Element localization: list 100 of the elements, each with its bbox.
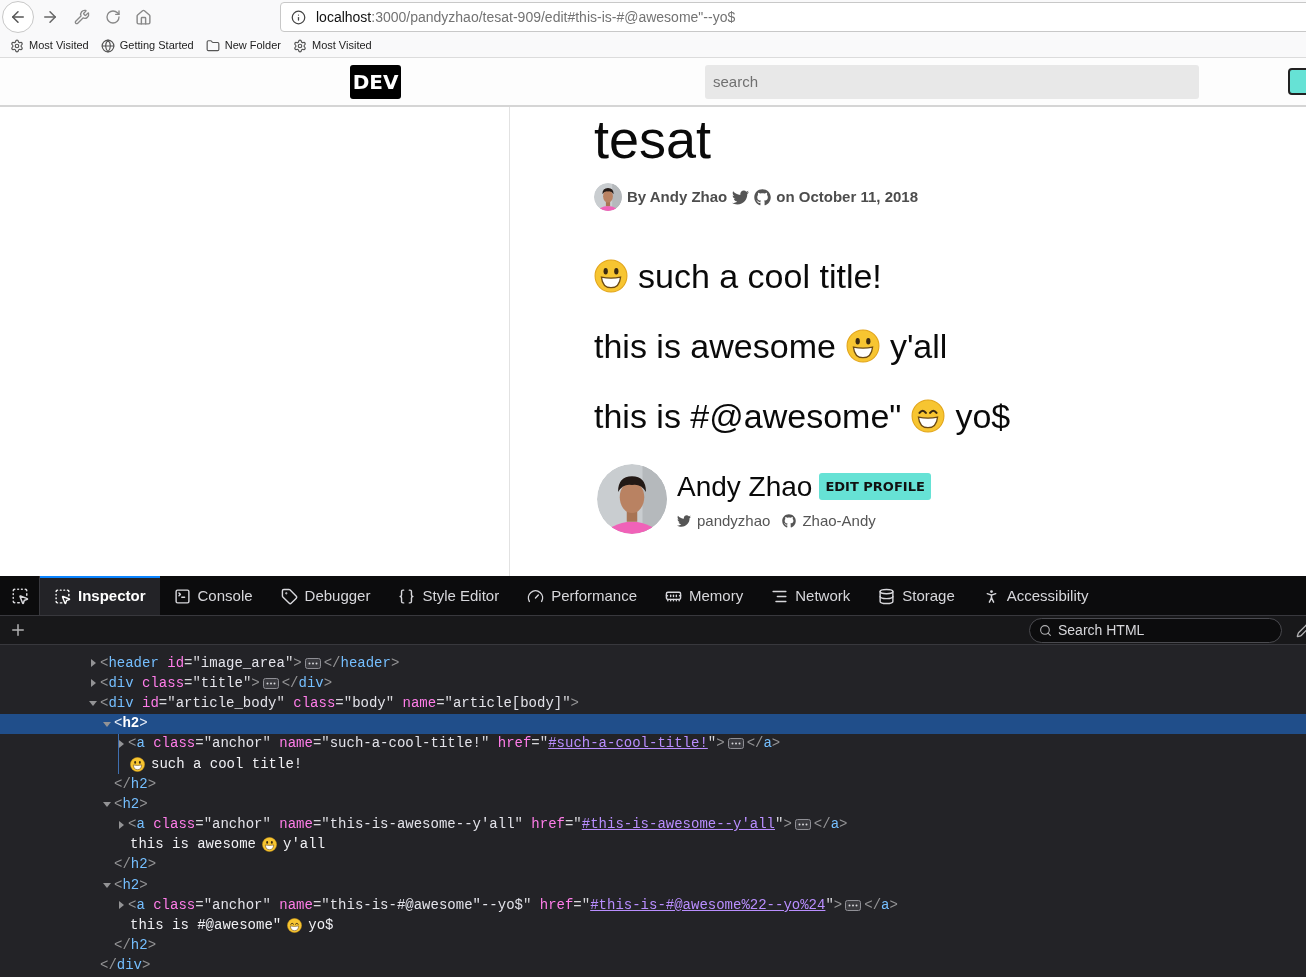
reload-icon[interactable] xyxy=(105,9,121,25)
code-line[interactable]: <a class="anchor" name="this-is-awesome--y'all" href="#this-is-awesome--y'all"> </a> xyxy=(0,814,1306,835)
closing-tag: </a> xyxy=(746,733,781,755)
devtools-tab[interactable]: Network xyxy=(757,576,865,615)
code-line[interactable]: <h2> xyxy=(0,794,1306,815)
collapsed-content-icon[interactable] xyxy=(727,738,744,750)
closing-tag: </div> xyxy=(281,672,333,694)
disclosure-triangle-icon[interactable] xyxy=(88,678,98,689)
bookmark-item[interactable]: New Folder xyxy=(205,37,281,54)
search-field[interactable]: search xyxy=(705,64,1199,99)
gauge-icon xyxy=(527,588,545,605)
disclosure-triangle-icon[interactable] xyxy=(116,738,126,749)
tag-markup: <div id="article_body" class="body" name="article[body]"> xyxy=(100,693,579,713)
tag-markup: <a class="anchor" name="this-is-awesome--y'all" href="#this-is-awesome--y'all"> xyxy=(128,815,792,835)
devtools-tab[interactable]: Style Editor xyxy=(384,576,514,615)
closing-tag: </header> xyxy=(323,652,400,674)
code-line[interactable]: <div id="article_body" class="body" name="article[body]"> xyxy=(0,693,1306,714)
devtools-tab[interactable]: Memory xyxy=(651,576,758,615)
github-icon xyxy=(782,514,797,528)
twitter-handle[interactable]: pandyzhao xyxy=(697,509,771,533)
search-icon xyxy=(1039,623,1052,637)
publish-date: on October 11, 2018 xyxy=(776,186,919,207)
tag-markup: <h2> xyxy=(114,875,148,895)
smiley-icon xyxy=(130,756,145,772)
author-name: Andy Zhao xyxy=(677,469,813,504)
devtools-tab[interactable]: Accessibility xyxy=(968,576,1103,615)
article-title: tesat xyxy=(594,109,713,169)
tag-markup: <div class="title"> xyxy=(100,673,260,693)
search-html-field[interactable]: Search HTML xyxy=(1029,617,1282,643)
home-icon[interactable] xyxy=(135,8,152,26)
disclosure-triangle-icon[interactable] xyxy=(116,819,126,830)
lines-icon xyxy=(771,588,789,605)
tag-icon xyxy=(280,588,298,605)
database-icon xyxy=(878,588,896,605)
smiley-icon xyxy=(594,259,628,293)
info-icon[interactable] xyxy=(291,9,306,25)
github-handle[interactable]: Zhao-Andy xyxy=(802,509,876,533)
devtools-tab[interactable]: Storage xyxy=(864,576,969,615)
closing-tag: </h2> xyxy=(114,773,157,795)
closing-tag: </a> xyxy=(864,894,898,916)
smiley-icon xyxy=(845,329,880,363)
code-line[interactable]: <header id="image_area"> </header> xyxy=(0,653,1306,674)
back-button[interactable] xyxy=(2,1,34,33)
collapsed-content-icon[interactable] xyxy=(794,819,811,831)
author-link[interactable]: By Andy Zhao xyxy=(627,185,728,209)
closing-tag: </h2> xyxy=(114,854,157,876)
wrench-icon[interactable] xyxy=(74,9,90,25)
code-line[interactable]: <h2> xyxy=(0,875,1306,896)
gear-icon xyxy=(10,38,24,53)
tag-markup: <h2> xyxy=(114,714,148,734)
devtools-tab[interactable]: Inspector xyxy=(40,576,160,615)
disclosure-triangle-icon[interactable] xyxy=(88,658,98,669)
devtools-tab[interactable]: Console xyxy=(159,576,267,615)
devtools-tab[interactable]: Debugger xyxy=(266,576,385,615)
picker-icon[interactable] xyxy=(10,586,29,605)
twitter-icon[interactable] xyxy=(732,188,750,206)
closing-tag: </h2> xyxy=(114,935,157,957)
smiley-icon xyxy=(262,837,278,853)
twitter-icon xyxy=(677,514,691,528)
code-line[interactable]: <div class="title"> </div> xyxy=(0,673,1306,694)
devtools-tab[interactable]: Performance xyxy=(513,576,652,615)
globe-icon xyxy=(100,38,115,53)
node-text: yo$ xyxy=(308,916,334,936)
url-text: localhost:3000/pandyzhao/tesat-909/edit#this-is-#@awesome"--yo$ xyxy=(316,7,736,27)
smiley-icon xyxy=(287,918,303,934)
add-node-icon[interactable] xyxy=(9,621,27,639)
collapsed-content-icon[interactable] xyxy=(845,899,862,911)
github-icon[interactable] xyxy=(754,188,772,206)
address-bar[interactable]: localhost:3000/pandyzhao/tesat-909/edit#this-is-#@awesome"--yo$ xyxy=(280,2,1306,32)
bookmark-item[interactable]: Most Visited xyxy=(10,37,89,54)
heading-text: this is awesome xyxy=(594,325,836,367)
collapsed-content-icon[interactable] xyxy=(262,677,279,689)
frame-icon xyxy=(54,588,71,605)
terminal-icon xyxy=(173,588,191,605)
heading-text: such a cool title! xyxy=(638,255,882,297)
edit-profile-button[interactable]: EDIT PROFILE xyxy=(819,473,931,501)
gear-icon xyxy=(292,38,307,53)
heading-text: yo$ xyxy=(955,395,1011,437)
node-text: such a cool title! xyxy=(151,754,303,774)
heading-text: y'all xyxy=(889,325,948,367)
tag-markup: <a class="anchor" name="such-a-cool-title!" href="#such-a-cool-title!"> xyxy=(128,734,725,754)
folder-icon xyxy=(205,38,220,53)
node-text: this is awesome xyxy=(130,835,257,855)
tag-markup: <header id="image_area"> xyxy=(100,653,302,673)
dev-logo[interactable]: DEV xyxy=(350,64,401,99)
smiley-icon xyxy=(911,399,946,433)
code-line[interactable]: <a class="anchor" name="such-a-cool-title!" href="#such-a-cool-title!"> </a> xyxy=(0,733,1306,754)
code-line[interactable]: <a class="anchor" name="this-is-#@awesome"--yo$" href="#this-is-#@awesome%22--yo%24"> </a> xyxy=(0,895,1306,916)
bookmark-item[interactable]: Most Visited xyxy=(292,37,372,54)
bookmark-item[interactable]: Getting Started xyxy=(100,37,194,54)
heading-text: this is #@awesome" xyxy=(594,395,902,437)
forward-icon[interactable] xyxy=(41,8,59,26)
tag-markup: <a class="anchor" name="this-is-#@awesome"--yo$" href="#this-is-#@awesome%22--yo%24"> xyxy=(128,895,843,915)
braces-icon xyxy=(398,588,416,605)
tag-markup: <h2> xyxy=(114,794,148,814)
closing-tag: </div> xyxy=(100,955,151,977)
disclosure-triangle-icon[interactable] xyxy=(116,900,126,911)
closing-tag: </a> xyxy=(813,814,848,836)
collapsed-content-icon[interactable] xyxy=(304,657,321,669)
node-text: this is #@awesome" xyxy=(130,916,282,936)
